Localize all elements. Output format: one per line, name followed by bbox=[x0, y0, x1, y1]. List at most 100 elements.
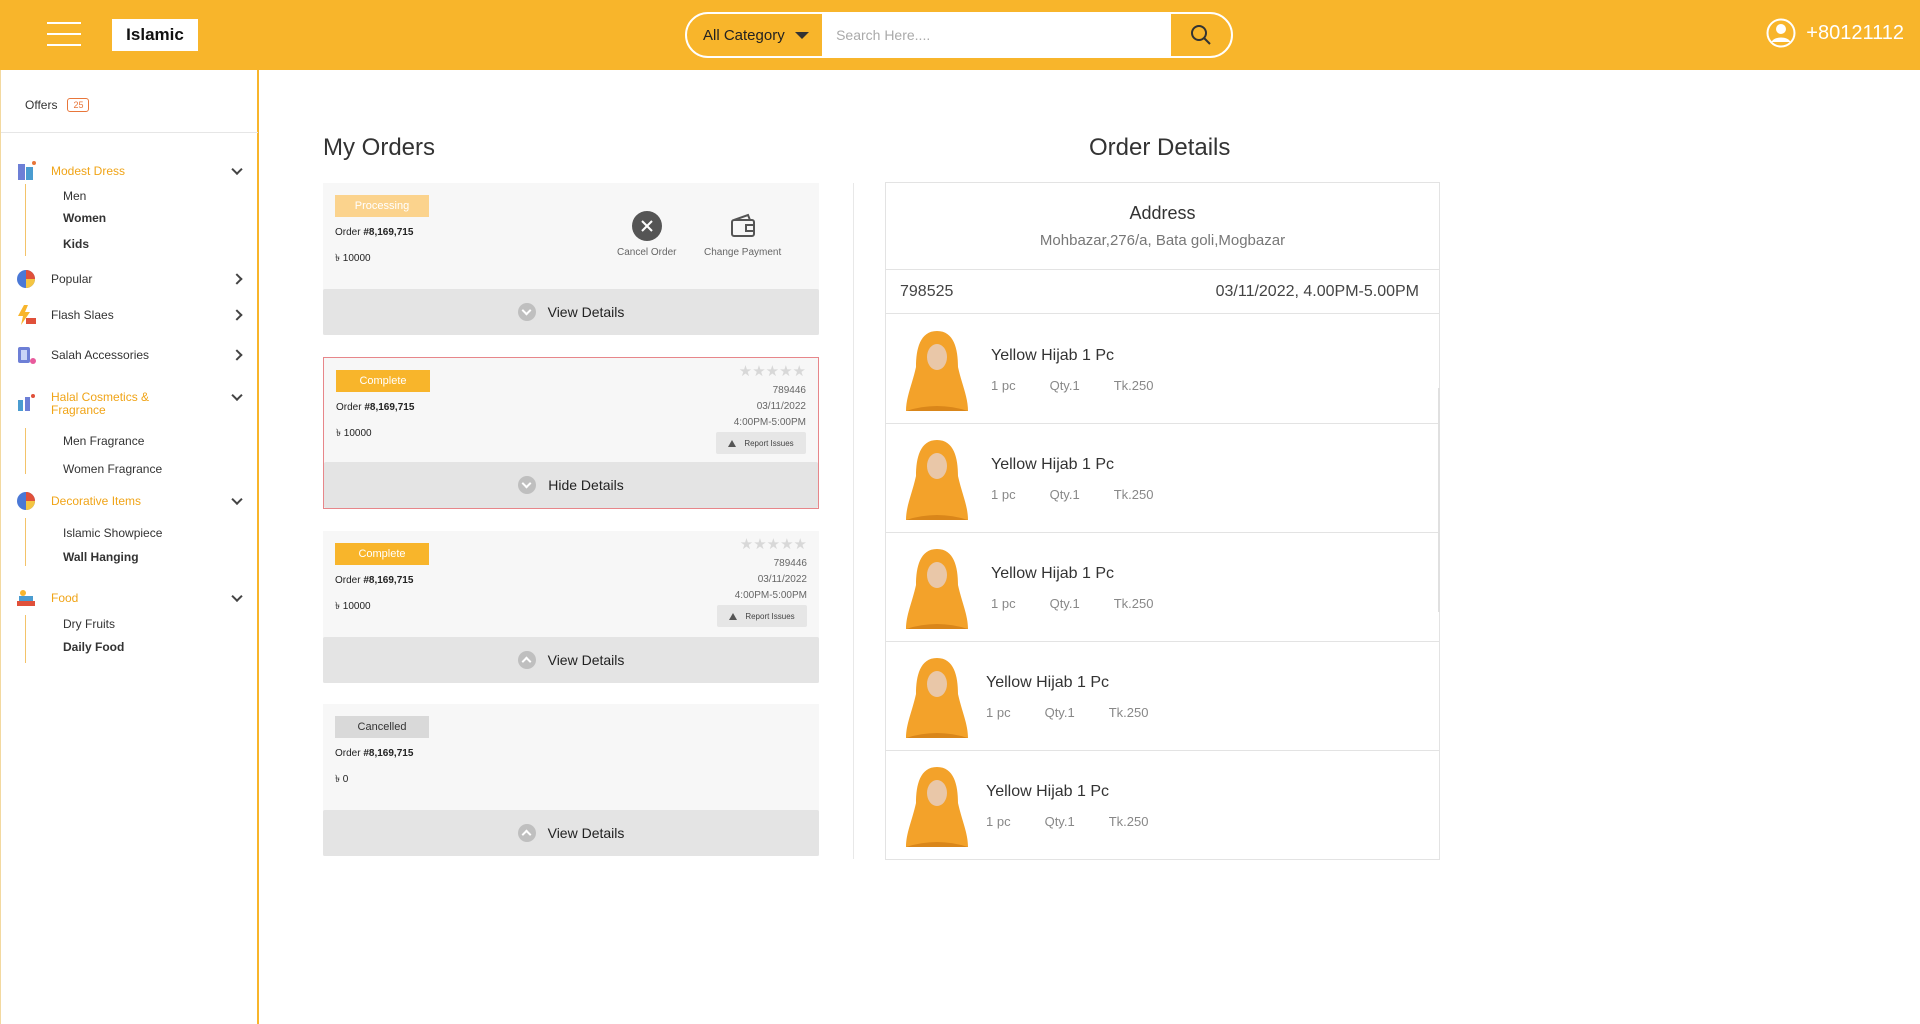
sidebar-item-food[interactable]: Food bbox=[15, 587, 243, 609]
rating-stars[interactable]: ★★★★★ bbox=[740, 535, 807, 553]
sidebar-item-decorative-items[interactable]: Decorative Items bbox=[15, 490, 243, 512]
decor-icon bbox=[17, 492, 35, 510]
sidebar-subitem-women-fragrance[interactable]: Women Fragrance bbox=[63, 462, 162, 476]
hide-details-button[interactable]: Hide Details bbox=[324, 462, 818, 508]
order-item: Yellow Hijab 1 Pc 1 pc Qty.1 Tk.250 bbox=[886, 533, 1439, 642]
sidebar-item-salah-accessories[interactable]: Salah Accessories bbox=[15, 344, 243, 366]
item-name: Yellow Hijab 1 Pc bbox=[986, 674, 1110, 691]
menu-icon[interactable] bbox=[47, 20, 81, 48]
sidebar-subitem-women[interactable]: Women bbox=[63, 211, 106, 225]
report-issues-button[interactable]: Report Issues bbox=[716, 432, 806, 454]
order-amount: ৳ 10000 bbox=[335, 601, 371, 612]
order-date: 03/11/2022 bbox=[756, 401, 806, 412]
sidebar-item-label: Halal Cosmetics & Fragrance bbox=[51, 390, 150, 417]
sidebar-subitem-dry-fruits[interactable]: Dry Fruits bbox=[63, 617, 115, 631]
warning-icon bbox=[728, 439, 737, 447]
chevron-down-circle-icon bbox=[518, 476, 537, 494]
sidebar-subitem-men[interactable]: Men bbox=[63, 189, 86, 203]
sidebar-item-flash-sales[interactable]: Flash Slaes bbox=[15, 304, 243, 326]
order-amount: ৳ 10000 bbox=[335, 253, 371, 264]
submenu-line bbox=[25, 184, 26, 256]
search-input[interactable] bbox=[822, 14, 1172, 56]
sidebar-subitem-kids[interactable]: Kids bbox=[63, 237, 89, 251]
order-number: Order #8,169,715 bbox=[335, 748, 414, 759]
order-id: 789446 bbox=[773, 558, 807, 569]
order-time: 4:00PM-5:00PM bbox=[733, 417, 806, 428]
change-payment-button[interactable]: Change Payment bbox=[704, 211, 781, 258]
status-badge: Cancelled bbox=[335, 716, 429, 738]
submenu-line bbox=[25, 428, 26, 474]
hijab-product-image bbox=[906, 331, 968, 411]
sidebar-subitem-wall-hanging[interactable]: Wall Hanging bbox=[63, 550, 139, 564]
view-details-label: View Details bbox=[547, 304, 625, 320]
dress-icon bbox=[18, 161, 36, 180]
account-area[interactable]: +80121112 bbox=[1766, 18, 1904, 48]
sidebar-item-modest-dress[interactable]: Modest Dress bbox=[15, 160, 243, 182]
search-button[interactable] bbox=[1171, 14, 1231, 56]
item-meta: 1 pc Qty.1 Tk.250 bbox=[986, 814, 1149, 829]
chevron-down-icon bbox=[231, 493, 243, 506]
flash-sale-icon bbox=[18, 305, 36, 325]
offers-link[interactable]: Offers 25 bbox=[25, 98, 90, 112]
view-details-button[interactable]: View Details bbox=[323, 289, 819, 335]
address-label: Address bbox=[1129, 203, 1196, 223]
hide-details-label: Hide Details bbox=[548, 477, 624, 493]
hijab-product-image bbox=[906, 658, 968, 738]
cancel-order-button[interactable]: Cancel Order bbox=[617, 211, 676, 258]
status-badge: Complete bbox=[335, 543, 429, 565]
order-item: Yellow Hijab 1 Pc 1 pc Qty.1 Tk.250 bbox=[886, 424, 1439, 533]
order-amount: ৳ 0 bbox=[335, 774, 349, 785]
rating-stars[interactable]: ★★★★★ bbox=[739, 362, 806, 380]
site-logo[interactable]: Islamic bbox=[112, 19, 198, 51]
order-id: 789446 bbox=[772, 385, 806, 396]
item-meta: 1 pc Qty.1 Tk.250 bbox=[991, 378, 1154, 393]
sidebar-subitem-islamic-showpiece[interactable]: Islamic Showpiece bbox=[63, 526, 162, 540]
sidebar-item-label: Food bbox=[51, 591, 79, 605]
order-time: 4:00PM-5:00PM bbox=[734, 590, 807, 601]
address-section: Address Mohbazar,276/a, Bata goli,Mogbaz… bbox=[886, 183, 1439, 270]
view-details-button[interactable]: View Details bbox=[323, 637, 819, 683]
offers-label: Offers bbox=[25, 98, 58, 112]
category-select-label: All Category bbox=[703, 26, 785, 44]
chevron-right-icon bbox=[231, 309, 243, 321]
hijab-product-image bbox=[906, 440, 968, 520]
order-meta: 789446 03/11/2022 4:00PM-5:00PM bbox=[735, 556, 807, 604]
item-meta: 1 pc Qty.1 Tk.250 bbox=[991, 487, 1154, 502]
order-number: Order #8,169,715 bbox=[335, 227, 414, 238]
item-meta: 1 pc Qty.1 Tk.250 bbox=[986, 705, 1149, 720]
search-icon bbox=[1191, 25, 1211, 45]
view-details-button[interactable]: View Details bbox=[323, 810, 819, 856]
close-circle-icon bbox=[631, 211, 662, 241]
order-item: Yellow Hijab 1 Pc 1 pc Qty.1 Tk.250 bbox=[886, 642, 1439, 751]
sidebar-item-popular[interactable]: Popular bbox=[15, 268, 243, 290]
hijab-product-image bbox=[906, 767, 968, 847]
top-header: Islamic All Category +80121112 bbox=[0, 0, 1920, 70]
sidebar-subitem-daily-food[interactable]: Daily Food bbox=[63, 640, 124, 654]
item-name: Yellow Hijab 1 Pc bbox=[991, 347, 1115, 364]
sidebar: Offers 25 Modest Dress Men Women Kids Po… bbox=[0, 70, 259, 1024]
chevron-right-icon bbox=[231, 273, 243, 285]
sidebar-item-label: Decorative Items bbox=[51, 494, 142, 508]
warning-icon bbox=[729, 612, 738, 620]
order-details-title: Order Details bbox=[1089, 134, 1231, 161]
category-select[interactable]: All Category bbox=[687, 14, 822, 56]
chevron-down-icon bbox=[231, 389, 243, 402]
search-bar: All Category bbox=[685, 12, 1233, 58]
item-name: Yellow Hijab 1 Pc bbox=[991, 456, 1115, 473]
item-name: Yellow Hijab 1 Pc bbox=[991, 565, 1115, 582]
chevron-down-circle-icon bbox=[517, 303, 536, 321]
sidebar-divider bbox=[1, 132, 258, 133]
sidebar-item-halal-cosmetics[interactable]: Halal Cosmetics & Fragrance bbox=[15, 389, 243, 417]
report-issues-label: Report Issues bbox=[745, 611, 795, 621]
submenu-line bbox=[25, 518, 26, 566]
order-amount: ৳ 10000 bbox=[336, 428, 372, 439]
status-badge: Complete bbox=[336, 370, 430, 392]
report-issues-button[interactable]: Report Issues bbox=[717, 605, 807, 627]
order-card: Cancelled Order #8,169,715 ৳ 0 View Deta… bbox=[323, 704, 819, 856]
sidebar-subitem-men-fragrance[interactable]: Men Fragrance bbox=[63, 434, 144, 448]
order-card: Processing Order #8,169,715 ৳ 10000 Canc… bbox=[323, 183, 819, 335]
column-divider bbox=[853, 183, 854, 859]
cosmetics-icon bbox=[18, 394, 35, 411]
item-meta: 1 pc Qty.1 Tk.250 bbox=[991, 596, 1154, 611]
details-scrollbar[interactable] bbox=[1438, 388, 1440, 612]
